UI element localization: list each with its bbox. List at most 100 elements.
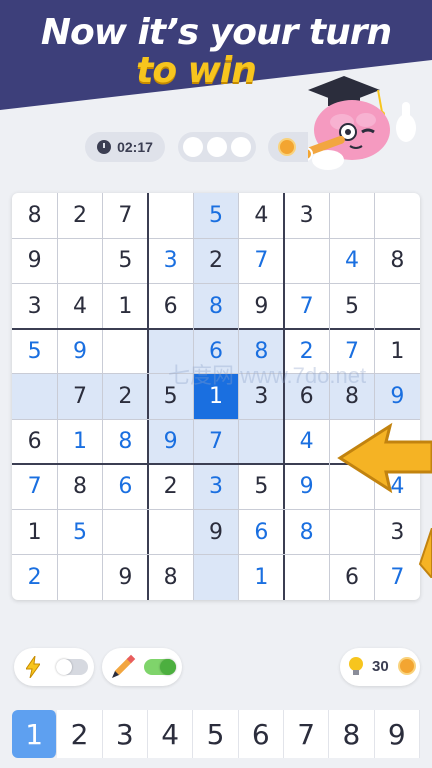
- lightning-icon: [26, 656, 40, 678]
- sudoku-cell[interactable]: 1: [193, 373, 239, 420]
- sudoku-cell[interactable]: 8: [12, 193, 57, 238]
- number-key-6[interactable]: 6: [238, 710, 284, 758]
- fast-mode-toggle[interactable]: [14, 648, 94, 686]
- grid-line: [102, 193, 104, 600]
- sudoku-cell[interactable]: [375, 283, 420, 328]
- status-bar: 02:17: [0, 132, 432, 166]
- sudoku-cell[interactable]: 8: [375, 238, 420, 283]
- sudoku-cell[interactable]: 8: [148, 555, 193, 600]
- sudoku-cell[interactable]: 8: [57, 464, 102, 509]
- sudoku-cell[interactable]: [148, 328, 194, 374]
- sudoku-cell[interactable]: [329, 193, 374, 238]
- number-key-8[interactable]: 8: [329, 710, 375, 758]
- sudoku-cell[interactable]: [284, 238, 329, 283]
- sudoku-cell[interactable]: 1: [375, 329, 420, 374]
- sudoku-cell[interactable]: 6: [193, 328, 239, 374]
- sudoku-cell[interactable]: [148, 193, 193, 238]
- sudoku-cell[interactable]: 6: [12, 419, 57, 464]
- sudoku-cell[interactable]: 2: [102, 373, 148, 420]
- sudoku-cell[interactable]: 8: [284, 510, 329, 555]
- sudoku-cell[interactable]: [284, 555, 329, 600]
- sudoku-cell[interactable]: 7: [239, 238, 284, 283]
- number-key-9[interactable]: 9: [374, 710, 420, 758]
- sudoku-cell[interactable]: 6: [329, 555, 374, 600]
- sudoku-cell[interactable]: [375, 193, 420, 238]
- mistake-dot: [207, 137, 227, 157]
- sudoku-cell[interactable]: 2: [12, 555, 57, 600]
- sudoku-cell[interactable]: 9: [103, 555, 148, 600]
- sudoku-cell[interactable]: 2: [193, 238, 239, 284]
- grid-line: [238, 193, 240, 600]
- pencil-icon: [112, 654, 136, 678]
- sudoku-cell[interactable]: 3: [375, 510, 420, 555]
- number-key-1[interactable]: 1: [12, 710, 58, 758]
- sudoku-cell[interactable]: 1: [239, 555, 284, 600]
- fast-mode-switch[interactable]: [56, 659, 88, 675]
- sudoku-cell[interactable]: [103, 329, 148, 374]
- lightbulb-icon: [349, 657, 363, 675]
- sudoku-cell[interactable]: [329, 510, 374, 555]
- sudoku-cell[interactable]: 5: [239, 464, 284, 509]
- sudoku-cell[interactable]: 7: [329, 329, 374, 374]
- sudoku-cell[interactable]: 9: [57, 329, 102, 374]
- sudoku-cell[interactable]: 5: [12, 329, 57, 374]
- sudoku-cell[interactable]: 4: [329, 238, 374, 283]
- sudoku-cell[interactable]: 9: [193, 509, 239, 555]
- sudoku-cell[interactable]: 8: [193, 283, 239, 329]
- sudoku-cell[interactable]: 9: [239, 283, 284, 328]
- sudoku-cell[interactable]: 3: [148, 238, 193, 283]
- sudoku-cell[interactable]: 1: [12, 510, 57, 555]
- sudoku-cell[interactable]: 6: [148, 283, 193, 328]
- sudoku-cell[interactable]: 8: [103, 419, 148, 464]
- sudoku-cell[interactable]: [193, 554, 239, 600]
- number-key-5[interactable]: 5: [193, 710, 239, 758]
- sudoku-cell[interactable]: 7: [12, 464, 57, 509]
- sudoku-cell[interactable]: 4: [239, 193, 284, 238]
- pencil-mode-switch[interactable]: [144, 659, 176, 675]
- hint-button[interactable]: 30: [340, 648, 420, 686]
- sudoku-cell[interactable]: 2: [284, 329, 329, 374]
- sudoku-cell[interactable]: [12, 373, 58, 420]
- sudoku-cell[interactable]: 9: [284, 464, 329, 509]
- sudoku-cell[interactable]: 5: [57, 510, 102, 555]
- sudoku-cell[interactable]: 1: [57, 419, 102, 464]
- number-key-4[interactable]: 4: [147, 710, 194, 758]
- number-key-2[interactable]: 2: [57, 710, 103, 758]
- sudoku-cell[interactable]: 2: [148, 464, 193, 509]
- sudoku-cell[interactable]: 7: [284, 283, 329, 328]
- sudoku-board: 8275439532748341689755968271725136896189…: [12, 193, 420, 600]
- sudoku-cell[interactable]: 6: [103, 464, 148, 509]
- sudoku-cell[interactable]: [57, 238, 102, 283]
- arrow-fragment-icon: [418, 528, 432, 578]
- sudoku-cell[interactable]: 3: [12, 283, 57, 328]
- sudoku-cell[interactable]: 6: [284, 373, 330, 420]
- sudoku-cell[interactable]: 3: [238, 373, 284, 420]
- sudoku-cell[interactable]: 5: [103, 238, 148, 283]
- switch-knob: [160, 659, 176, 675]
- pencil-mode-toggle[interactable]: [102, 648, 182, 686]
- grid-line: [374, 193, 376, 600]
- sudoku-cell[interactable]: [238, 419, 284, 465]
- sudoku-cell[interactable]: 7: [375, 555, 420, 600]
- sudoku-cell[interactable]: 3: [284, 193, 329, 238]
- sudoku-cell[interactable]: 8: [238, 328, 284, 374]
- sudoku-cell[interactable]: 7: [193, 419, 239, 465]
- number-key-7[interactable]: 7: [283, 710, 330, 758]
- sudoku-cell[interactable]: 9: [148, 419, 194, 465]
- number-key-3[interactable]: 3: [102, 710, 148, 758]
- sudoku-cell[interactable]: 2: [57, 193, 102, 238]
- sudoku-cell[interactable]: 4: [284, 419, 329, 464]
- sudoku-cell[interactable]: 7: [103, 193, 148, 238]
- sudoku-cell[interactable]: 6: [239, 510, 284, 555]
- sudoku-cell[interactable]: 5: [148, 373, 194, 420]
- sudoku-cell[interactable]: [148, 510, 193, 555]
- sudoku-cell[interactable]: [103, 510, 148, 555]
- sudoku-cell[interactable]: 5: [329, 283, 374, 328]
- sudoku-cell[interactable]: 3: [193, 464, 239, 510]
- sudoku-cell[interactable]: [57, 555, 102, 600]
- sudoku-cell[interactable]: 9: [12, 238, 57, 283]
- sudoku-cell[interactable]: 1: [103, 283, 148, 328]
- sudoku-cell[interactable]: 5: [193, 193, 239, 239]
- sudoku-cell[interactable]: 4: [57, 283, 102, 328]
- sudoku-cell[interactable]: 7: [57, 373, 103, 420]
